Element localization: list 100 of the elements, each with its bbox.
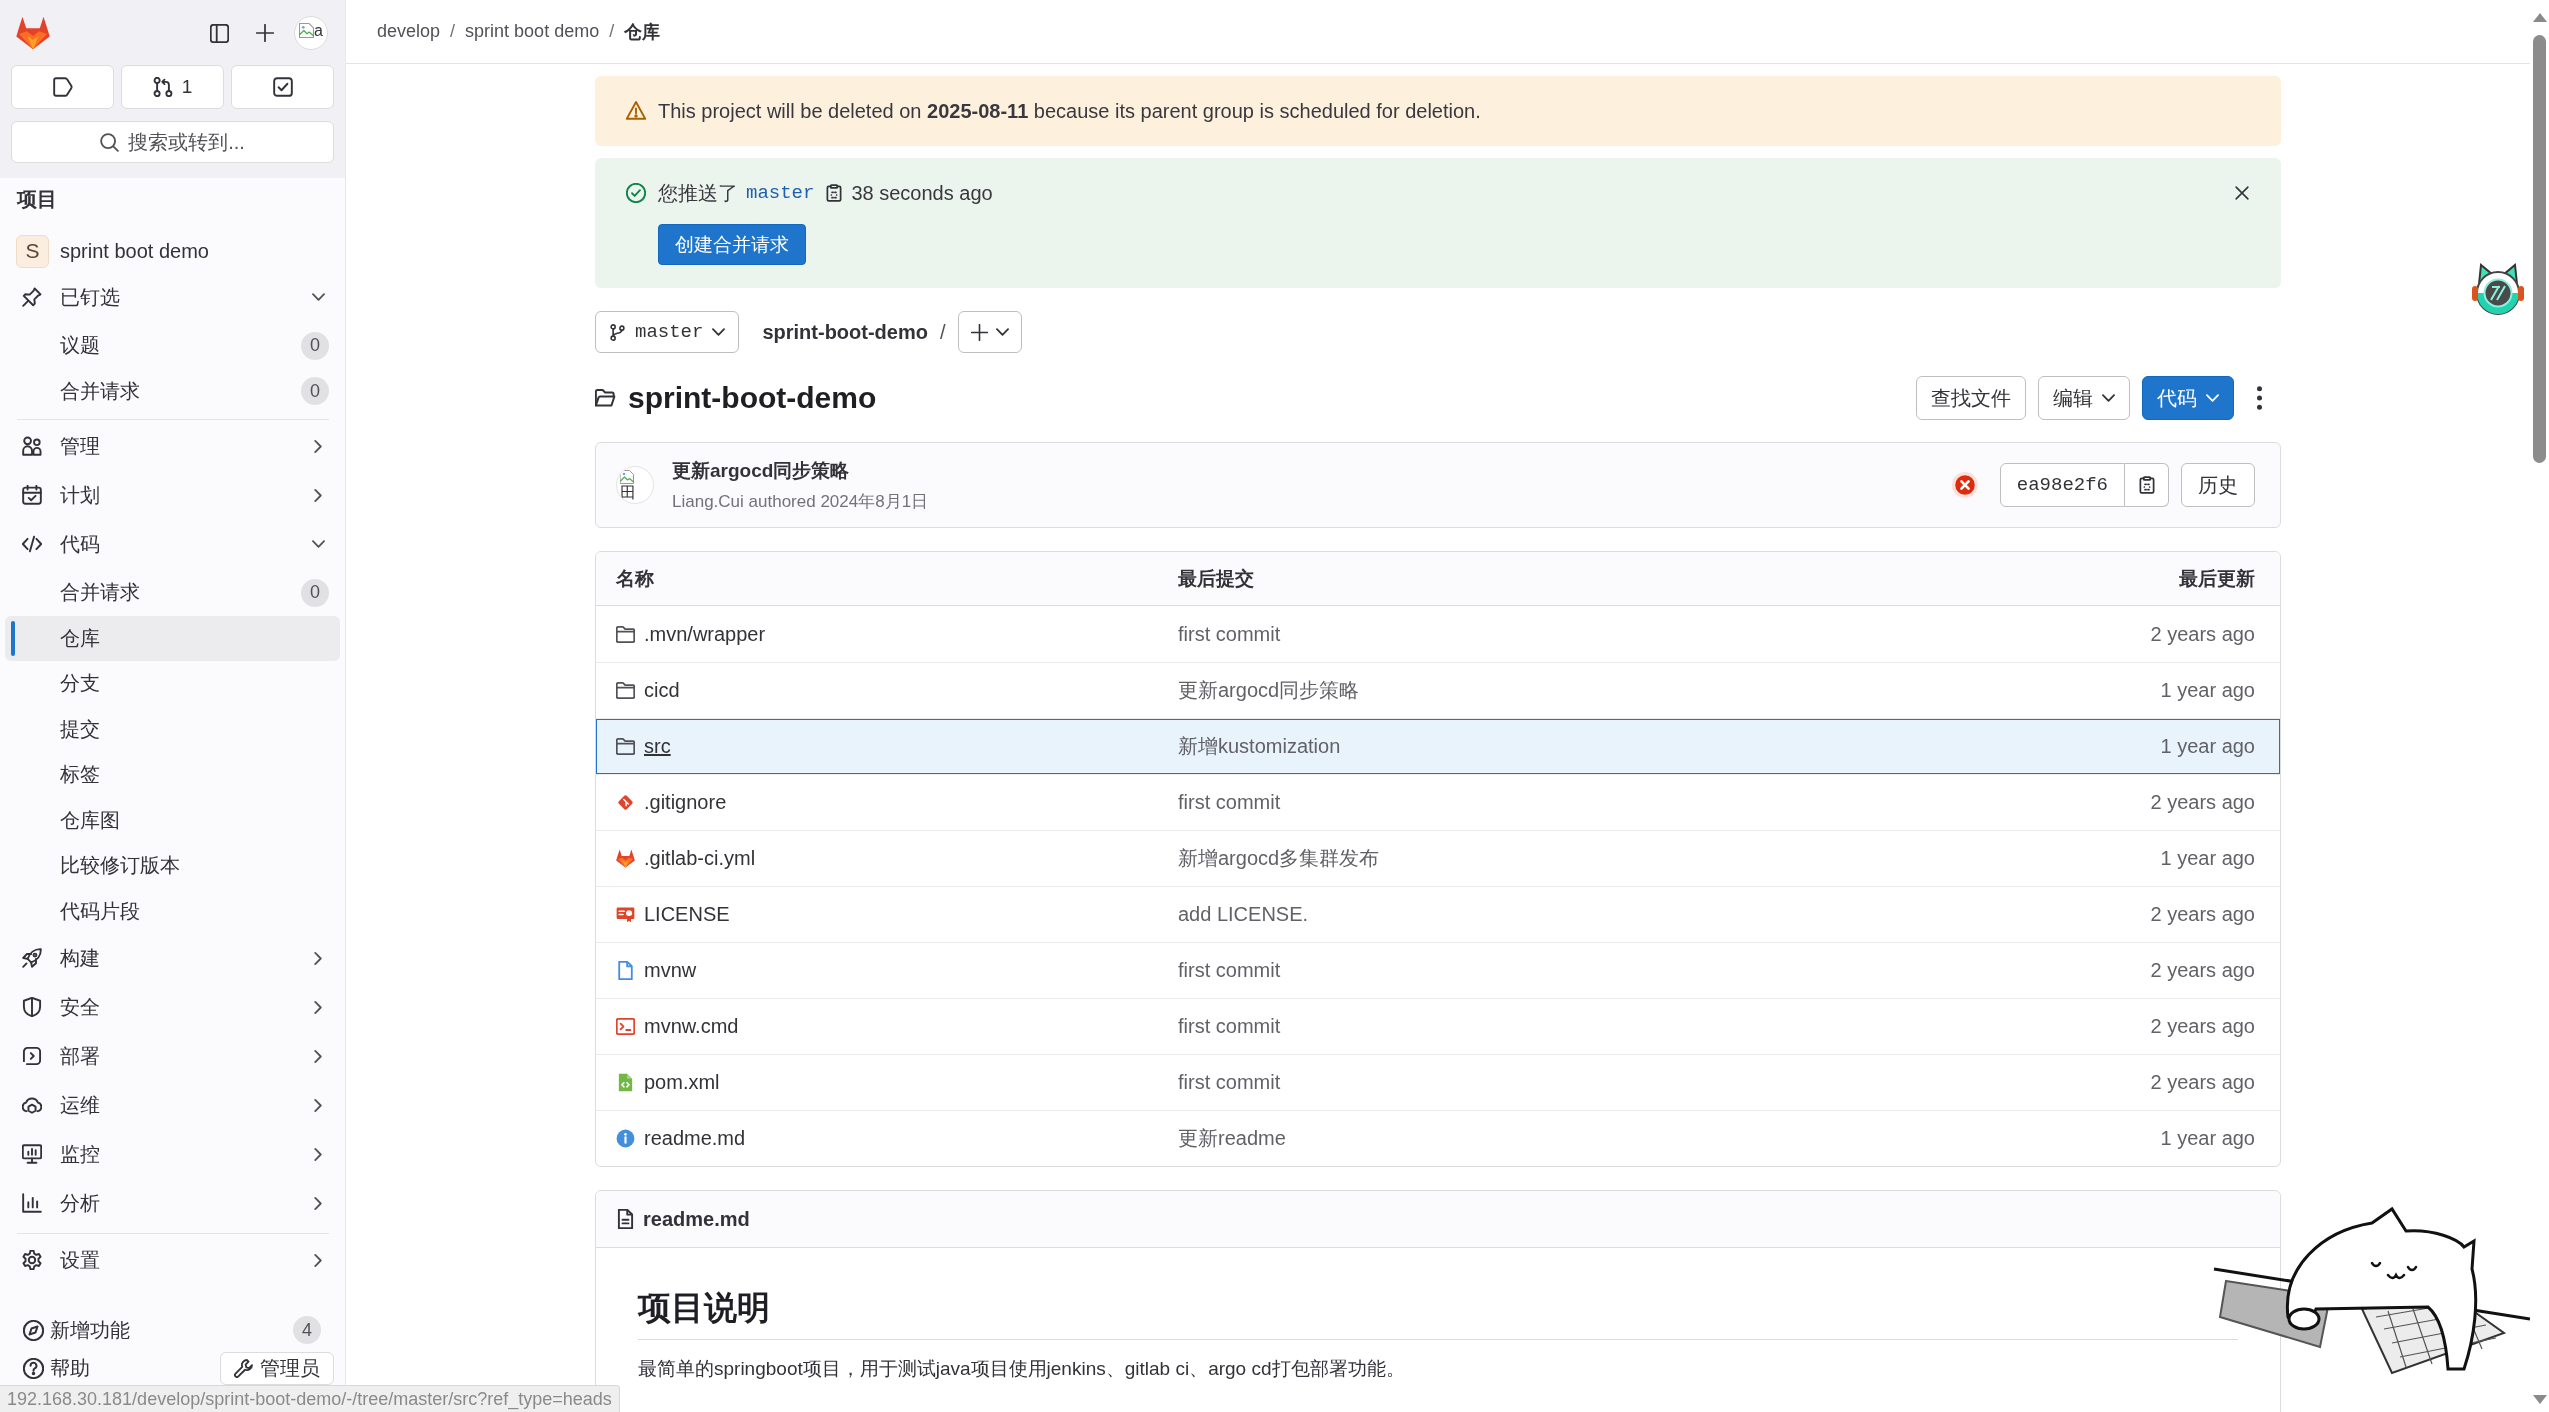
- create-merge-request-button[interactable]: 创建合并请求: [658, 224, 806, 265]
- issues-button[interactable]: [11, 65, 114, 109]
- add-dropdown[interactable]: [957, 311, 1022, 353]
- sidebar-item[interactable]: 代码片段: [5, 888, 340, 934]
- file-link[interactable]: src: [644, 735, 671, 758]
- sidebar-group-item[interactable]: 部署: [5, 1032, 340, 1080]
- file-link[interactable]: mvnw.cmd: [644, 1015, 739, 1038]
- sidebar-item[interactable]: 合并请求 0: [5, 368, 340, 414]
- sidebar-group-item[interactable]: 安全: [5, 983, 340, 1031]
- project-link[interactable]: S sprint boot demo: [5, 229, 340, 273]
- commit-message-link[interactable]: first commit: [1178, 1071, 1281, 1093]
- folder-icon: [616, 737, 635, 756]
- fox-logo-icon[interactable]: [16, 16, 50, 50]
- file-link[interactable]: cicd: [644, 679, 680, 702]
- todos-button[interactable]: [231, 65, 334, 109]
- sidebar-item[interactable]: 仓库: [5, 615, 340, 661]
- commit-message-link[interactable]: first commit: [1178, 959, 1281, 981]
- commit-message-link[interactable]: add LICENSE.: [1178, 903, 1309, 925]
- code-file-icon: [616, 1073, 635, 1092]
- file-row[interactable]: .gitignore first commit 2 years ago: [596, 774, 2280, 830]
- breadcrumb-link[interactable]: sprint boot demo: [465, 21, 600, 42]
- file-row[interactable]: mvnw first commit 2 years ago: [596, 942, 2280, 998]
- sidebar-group-item[interactable]: 管理: [5, 422, 340, 470]
- commit-message-link[interactable]: first commit: [1178, 1015, 1281, 1037]
- sidebar-item[interactable]: 比较修订版本: [5, 843, 340, 889]
- user-avatar-button[interactable]: a: [294, 16, 328, 50]
- chevron-right-icon: [314, 1196, 322, 1210]
- sidebar-group-item[interactable]: 已钉选: [5, 273, 340, 321]
- commit-message-link[interactable]: first commit: [1178, 622, 1281, 645]
- file-link[interactable]: readme.md: [644, 1127, 746, 1150]
- sidebar-item[interactable]: 议题 0: [5, 323, 340, 369]
- document-icon: [617, 1209, 634, 1229]
- cat-head-icon[interactable]: [2470, 262, 2526, 318]
- sidebar-group-item[interactable]: 构建: [5, 934, 340, 982]
- commit-message-link[interactable]: first commit: [1178, 791, 1281, 813]
- updated-time: 2 years ago: [2150, 959, 2255, 982]
- commit-message-link[interactable]: 更新readme: [1178, 1127, 1286, 1149]
- chevron-right-icon: [314, 439, 322, 453]
- file-link[interactable]: .gitlab-ci.yml: [644, 847, 756, 870]
- broken-image-icon: [299, 23, 314, 38]
- clipboard-icon: [825, 184, 844, 202]
- sidebar-item[interactable]: 合并请求 0: [5, 570, 340, 616]
- whats-new-item[interactable]: 新增功能 4: [11, 1310, 334, 1350]
- commit-title[interactable]: 更新argocd同步策略: [672, 457, 929, 484]
- file-row[interactable]: .gitlab-ci.yml 新增argocd多集群发布 1 year ago: [596, 830, 2280, 886]
- search-button[interactable]: 搜索或转到...: [11, 121, 334, 163]
- history-button[interactable]: 历史: [2181, 463, 2255, 507]
- sidebar-item[interactable]: 仓库图: [5, 797, 340, 843]
- edit-dropdown[interactable]: 编辑: [2038, 376, 2130, 420]
- sidebar-group-item[interactable]: 监控: [5, 1130, 340, 1178]
- file-row[interactable]: src 新增kustomization 1 year ago: [596, 718, 2280, 774]
- path-link[interactable]: sprint-boot-demo: [762, 320, 928, 344]
- branch-dropdown[interactable]: master: [595, 311, 740, 353]
- chevron-down-icon: [712, 328, 726, 336]
- file-link[interactable]: mvnw: [644, 959, 697, 982]
- breadcrumb-link[interactable]: 仓库: [624, 19, 661, 44]
- deletion-warning-text: This project will be deleted on 2025-08-11 because its parent group is scheduled for deletion.: [658, 99, 1481, 123]
- avatar-alt-text: 田: [620, 484, 636, 501]
- push-message: 您推送了: [658, 180, 738, 206]
- sidebar-group-item[interactable]: 设置: [5, 1236, 340, 1284]
- breadcrumb-link[interactable]: develop: [377, 21, 441, 42]
- file-link[interactable]: .mvn/wrapper: [644, 622, 766, 646]
- file-link[interactable]: pom.xml: [644, 1071, 720, 1094]
- readme-filename[interactable]: readme.md: [643, 1207, 750, 1231]
- section-title: 项目: [15, 186, 57, 212]
- sidebar-group-item[interactable]: 代码: [5, 520, 340, 568]
- rocket-icon: [22, 948, 42, 968]
- link-status-url: 192.168.30.181/develop/sprint-boot-demo/-/tree/master/src?ref_type=heads: [0, 1385, 620, 1412]
- project-avatar: S: [16, 234, 49, 268]
- commit-message-link[interactable]: 更新argocd同步策略: [1178, 679, 1360, 701]
- branch-link[interactable]: master: [746, 182, 815, 204]
- file-link[interactable]: .gitignore: [644, 791, 727, 814]
- file-row[interactable]: pom.xml first commit 2 years ago: [596, 1054, 2280, 1110]
- find-file-button[interactable]: 查找文件: [1916, 376, 2026, 420]
- file-row[interactable]: readme.md 更新readme 1 year ago: [596, 1110, 2280, 1166]
- merge-requests-button[interactable]: 1: [121, 65, 224, 109]
- help-link[interactable]: 帮助: [23, 1354, 90, 1382]
- admin-button[interactable]: 管理员: [220, 1351, 334, 1385]
- file-link[interactable]: LICENSE: [644, 903, 730, 926]
- scrollbar-thumb[interactable]: [2533, 35, 2546, 463]
- commit-message-link[interactable]: 新增argocd多集群发布: [1178, 847, 1380, 869]
- sidebar-item[interactable]: 标签: [5, 752, 340, 798]
- breadcrumb-separator: /: [609, 21, 615, 42]
- copy-sha-button[interactable]: [2125, 463, 2169, 507]
- updated-time: 2 years ago: [2150, 791, 2255, 814]
- sidebar-item[interactable]: 分支: [5, 661, 340, 707]
- scroll-down-icon[interactable]: [2532, 1395, 2547, 1404]
- sidebar-group-item[interactable]: 运维: [5, 1081, 340, 1129]
- failed-status-icon[interactable]: [1951, 472, 1978, 498]
- sidebar-item[interactable]: 提交: [5, 706, 340, 752]
- code-dropdown[interactable]: 代码: [2142, 376, 2234, 420]
- file-row[interactable]: mvnw.cmd first commit 2 years ago: [596, 998, 2280, 1054]
- sidebar-group-item[interactable]: 计划: [5, 471, 340, 519]
- file-row[interactable]: .mvn/wrapper first commit 2 years ago: [596, 606, 2280, 662]
- sidebar-group-item[interactable]: 分析: [5, 1179, 340, 1227]
- checkbox-icon: [272, 77, 293, 97]
- help-icon: [23, 1357, 44, 1379]
- file-row[interactable]: LICENSE add LICENSE. 2 years ago: [596, 886, 2280, 942]
- commit-message-link[interactable]: 新增kustomization: [1178, 735, 1341, 757]
- scroll-up-icon[interactable]: [2532, 13, 2547, 22]
